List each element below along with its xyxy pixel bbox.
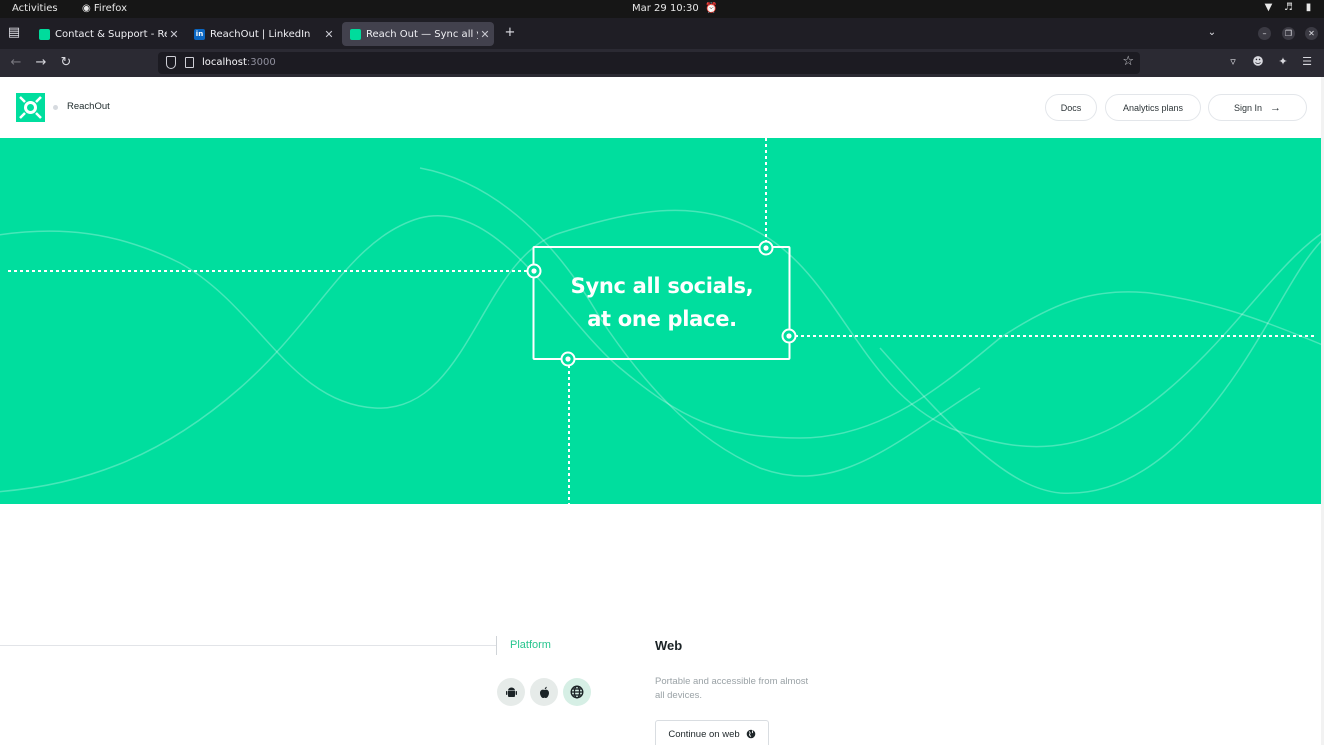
platform-description: Portable and accessible from almost all … [655,676,809,701]
sign-in-button[interactable]: Sign In → [1208,94,1307,121]
analytics-plans-label: Analytics plans [1122,102,1184,113]
address-bar[interactable]: localhost:3000 ☆ [158,52,1140,74]
tab-title: Contact & Support - Reac [55,28,167,40]
app-name: Firefox [93,3,128,14]
minimize-window-icon[interactable]: – [1258,27,1271,40]
continue-on-web-label: Continue on web [668,728,740,740]
app-menu-firefox[interactable]: ◉ Firefox [82,3,127,14]
extensions-icon[interactable]: ✦ [1275,54,1291,70]
arrow-right-icon: → [1270,101,1282,114]
tab-strip: ▤ Contact & Support - Reac ✕ in ReachOut… [0,18,1324,49]
android-icon[interactable] [497,678,525,706]
continue-on-web-button[interactable]: Continue on web [655,720,769,745]
tab-title: ReachOut | LinkedIn [210,28,311,40]
close-tab-icon[interactable]: ✕ [167,28,181,41]
section-divider [0,645,496,646]
platform-label: Platform [510,639,551,651]
page-info-icon[interactable] [185,57,194,68]
brand-separator-dot [53,105,58,110]
tracking-protection-shield-icon[interactable] [166,56,176,69]
back-arrow-icon[interactable]: ← [7,54,25,72]
clock-text: Mar 29 10:30 [632,3,699,14]
url-text[interactable]: localhost:3000 [202,57,276,68]
platform-section: Platform Web Portable and accessible fro… [0,504,1324,745]
docs-button[interactable]: Docs [1045,94,1097,121]
close-tab-icon[interactable]: ✕ [322,28,336,41]
apple-icon[interactable] [530,678,558,706]
list-tabs-chevron-down-icon[interactable]: ⌄ [1204,25,1220,41]
pocket-icon[interactable]: ▿ [1225,54,1241,70]
close-tab-icon[interactable]: ✕ [478,28,492,41]
os-top-bar: Activities ◉ Firefox Mar 29 10:30 ⏰ ▼ ♬ … [0,0,1324,18]
apple-glyph [539,686,549,698]
tab-contact-support[interactable]: Contact & Support - Reac ✕ [31,22,183,46]
tab-linkedin[interactable]: in ReachOut | LinkedIn ✕ [186,22,338,46]
tab-overview-icon[interactable]: ▤ [6,25,22,41]
reachout-favicon-icon [350,28,361,40]
url-host: localhost [202,57,247,68]
section-divider-tick [496,636,497,655]
hero-banner: Sync all socials, at one place. [0,138,1324,504]
reload-icon[interactable]: ↻ [57,54,75,72]
linkedin-favicon-icon: in [194,28,205,40]
new-tab-icon[interactable]: + [502,25,518,41]
tab-reachout-active[interactable]: Reach Out — Sync all you ✕ [342,22,494,46]
tab-title: Reach Out — Sync all you [366,28,478,40]
battery-icon: ▮ [1305,2,1312,13]
globe-glyph [570,685,584,699]
forward-arrow-icon[interactable]: → [32,54,50,72]
restore-window-icon[interactable]: ❐ [1282,27,1295,40]
globe-icon[interactable] [563,678,591,706]
close-window-icon[interactable]: ✕ [1305,27,1318,40]
brand-name[interactable]: ReachOut [67,101,110,112]
url-port: :3000 [246,57,276,68]
platform-title: Web [655,638,683,653]
wifi-icon: ▼ [1264,2,1273,13]
reachout-favicon-icon [39,28,50,40]
globe-small-icon [746,729,755,739]
analytics-plans-button[interactable]: Analytics plans [1105,94,1201,121]
volume-icon: ♬ [1284,2,1293,13]
docs-label: Docs [1060,102,1082,113]
navigation-toolbar: ← → ↻ localhost:3000 ☆ ▿ ☻ ✦ ☰ [0,49,1324,77]
account-icon[interactable]: ☻ [1250,54,1266,70]
hero-headline-line-1: Sync all socials, [570,274,754,298]
android-glyph [505,687,517,697]
reachout-logo-icon[interactable] [16,93,45,122]
bookmark-star-icon[interactable]: ☆ [1122,54,1134,69]
system-tray[interactable]: ▼ ♬ ▮ [1263,2,1314,13]
hero-headline: Sync all socials, at one place. [534,270,790,336]
menu-hamburger-icon[interactable]: ☰ [1299,54,1315,70]
activities-button[interactable]: Activities [12,3,58,14]
hero-headline-line-2: at one place. [587,307,737,331]
system-clock[interactable]: Mar 29 10:30 ⏰ [632,3,718,14]
sign-in-label: Sign In [1233,102,1263,113]
site-header: ReachOut Docs Analytics plans Sign In → [0,77,1324,138]
web-page: ReachOut Docs Analytics plans Sign In → [0,77,1324,745]
